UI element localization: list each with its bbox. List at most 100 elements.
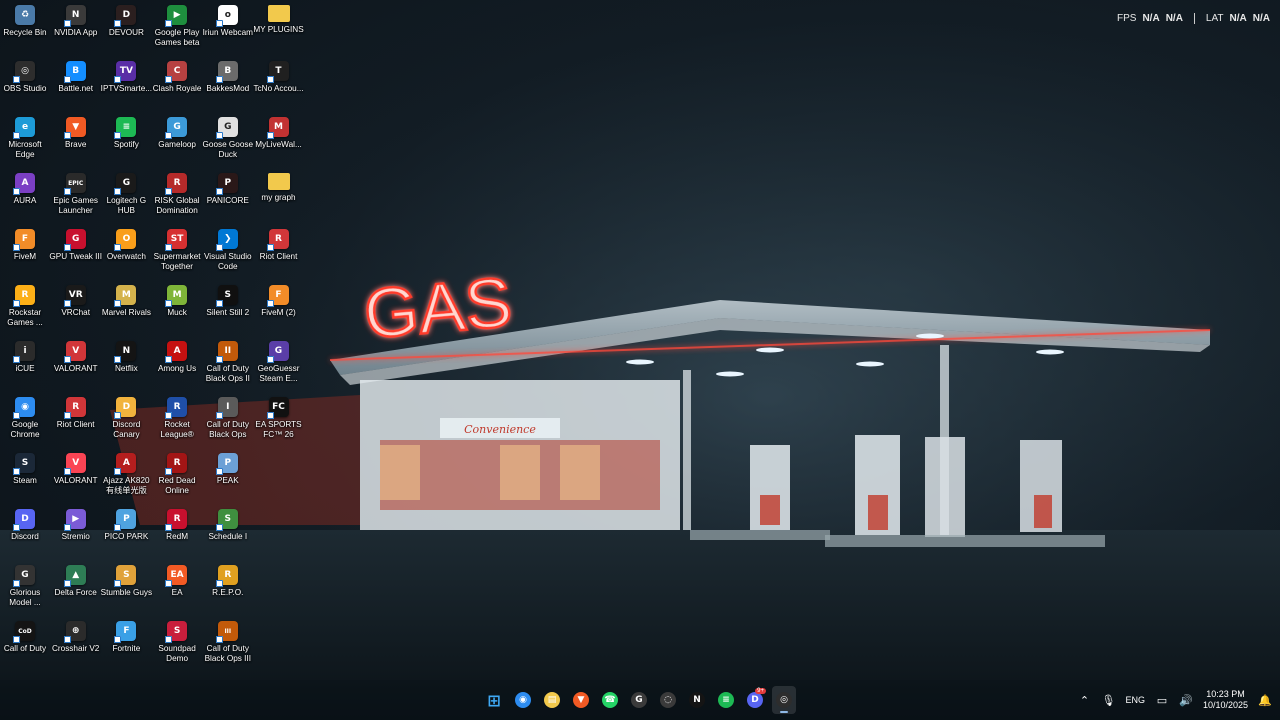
desktop-icon-overwatch[interactable]: O Overwatch [101,224,151,280]
desktop-icon-goose-goose-duck[interactable]: G Goose Goose Duck [203,112,253,168]
desktop-icon-geoguessr-steam-e[interactable]: G GeoGuessr Steam E... [254,336,304,392]
logitech-app[interactable]: G [627,686,651,714]
redm-icon: R [165,509,188,531]
brave-app[interactable]: ▼ [569,686,593,714]
desktop-icon-red-dead-online[interactable]: R Red Dead Online [152,448,202,504]
desktop-icon-schedule-i[interactable]: S Schedule I [203,504,253,560]
desktop-icon-label: Google Play Games beta [154,28,200,47]
desktop-icon-bakkesmod[interactable]: B BakkesMod [203,56,253,112]
desktop-icon-recycle-bin[interactable]: ♻ Recycle Bin [0,0,50,56]
desktop-icon-logitech-g-hub[interactable]: G Logitech G HUB [101,168,151,224]
microphone-icon[interactable]: 🎙 [1101,693,1115,707]
spotify-app[interactable]: ≡ [714,686,738,714]
whatsapp-app[interactable]: ☎ [598,686,622,714]
desktop-icon-spotify[interactable]: ≡ Spotify [101,112,151,168]
desktop-icon-call-of-duty-black-ops-iii[interactable]: III Call of Duty Black Ops III [203,616,253,672]
desktop-icon-ea[interactable]: EA EA [152,560,202,616]
chrome-app[interactable]: ◉ [511,686,535,714]
desktop-icon-aura[interactable]: A AURA [0,168,50,224]
desktop-icon-peak[interactable]: P PEAK [203,448,253,504]
desktop-icon-call-of-duty-black-ops-ii[interactable]: II Call of Duty Black Ops II [203,336,253,392]
desktop-icon-panicore[interactable]: P PANICORE [203,168,253,224]
desktop-icon-iptvsmarte[interactable]: TV IPTVSmarte... [101,56,152,112]
riot-client-icon: R [63,397,86,419]
netflix-icon: N [689,692,705,708]
desktop-icon-tcno-accou[interactable]: T TcNo Accou... [253,56,304,112]
desktop-icon-muck[interactable]: M Muck [152,280,202,336]
desktop-icon-marvel-rivals[interactable]: M Marvel Rivals [101,280,151,336]
desktop-icon-stremio[interactable]: ▶ Stremio [51,504,101,560]
desktop-icon-battle-net[interactable]: B Battle.net [51,56,101,112]
desktop-icon-label: RedM [166,532,189,541]
desktop-icon-brave[interactable]: ▼ Brave [51,112,101,168]
desktop-icon-supermarket-together[interactable]: ST Supermarket Together [152,224,202,280]
desktop-icon-label: Gameloop [158,140,196,149]
desktop-icon-rockstar-games[interactable]: R Rockstar Games ... [0,280,50,336]
desktop-icon-risk-global-domination[interactable]: R RISK Global Domination [152,168,202,224]
desktop-icon-obs-studio[interactable]: ◎ OBS Studio [0,56,50,112]
desktop-icon-fivem-2[interactable]: F FiveM (2) [254,280,304,336]
show-hidden-icons-chevron-icon[interactable]: ⌃ [1077,693,1091,707]
muck-icon: M [165,285,188,307]
my-plugins-icon [267,5,290,22]
performance-overlay: FPS N/A N/A LAT N/A N/A [1117,13,1270,24]
desktop-icon-pico-park[interactable]: P PICO PARK [101,504,151,560]
desktop-icon-vrchat[interactable]: VR VRChat [51,280,101,336]
desktop-icon-my-plugins[interactable]: MY PLUGINS [253,0,304,56]
desktop-icon-google-chrome[interactable]: ◉ Google Chrome [0,392,50,448]
desktop-icon-steam[interactable]: S Steam [0,448,50,504]
desktop-icon-delta-force[interactable]: ▲ Delta Force [51,560,101,616]
desktop-icon-glorious-model[interactable]: G Glorious Model ... [0,560,50,616]
crosshair-app[interactable]: ◌ [656,686,680,714]
desktop-icon-epic-games-launcher[interactable]: EPIC Epic Games Launcher [51,168,101,224]
desktop-icon-r-e-p-o[interactable]: R R.E.P.O. [203,560,253,616]
desktop-icon-gameloop[interactable]: G Gameloop [152,112,202,168]
desktop-icon-label: Stumble Guys [100,588,153,597]
desktop-icon-google-play-games-beta[interactable]: ▶ Google Play Games beta [152,0,202,56]
desktop-icon-call-of-duty-black-ops[interactable]: I Call of Duty Black Ops [203,392,253,448]
desktop-icon-among-us[interactable]: A Among Us [152,336,202,392]
file-explorer-app[interactable]: ▤ [540,686,564,714]
desktop-icon-ajazz-ak820[interactable]: A Ajazz AK820 有线单光版 [101,448,151,504]
desktop-icon-fortnite[interactable]: F Fortnite [101,616,151,672]
desktop-icon-nvidia-app[interactable]: N NVIDIA App [51,0,101,56]
desktop-icon-clash-royale[interactable]: C Clash Royale [152,56,202,112]
desktop-icon-mylivewal[interactable]: M MyLiveWal... [254,112,304,168]
desktop-icon-iriun-webcam[interactable]: o Iriun Webcam [203,0,253,56]
obs-app[interactable]: ◎ [772,686,796,714]
start-button[interactable]: ⊞ [482,686,506,714]
desktop-icon-call-of-duty[interactable]: CoD Call of Duty [0,616,50,672]
language-indicator[interactable]: ENG [1125,695,1145,705]
desktop-icon-riot-client[interactable]: R Riot Client [254,224,304,280]
desktop-icon-gpu-tweak-iii[interactable]: G GPU Tweak III [49,224,102,280]
desktop-icon-discord-canary[interactable]: D Discord Canary [101,392,151,448]
desktop-icon-redm[interactable]: R RedM [152,504,202,560]
discord-app[interactable]: D 9+ [743,686,767,714]
desktop-icon-valorant[interactable]: V VALORANT [51,336,101,392]
desktop-icon-discord[interactable]: D Discord [0,504,50,560]
desktop-icon-crosshair-v2[interactable]: ⊕ Crosshair V2 [51,616,101,672]
desktop-icon-devour[interactable]: D DEVOUR [101,0,151,56]
desktop-icon-fivem[interactable]: F FiveM [0,224,50,280]
desktop-icon-label: Goose Goose Duck [202,140,254,159]
desktop-icon-visual-studio-code[interactable]: ❯ Visual Studio Code [203,224,253,280]
notifications-bell-icon[interactable]: 🔔 [1258,693,1272,707]
desktop-icon-valorant[interactable]: V VALORANT [51,448,101,504]
clock[interactable]: 10:23 PM 10/10/2025 [1203,689,1248,711]
desktop-icon-riot-client[interactable]: R Riot Client [51,392,101,448]
rocket-league-icon: R [165,397,188,419]
desktop-icon-rocket-league[interactable]: R Rocket League® [152,392,202,448]
supermarket-together-icon: ST [165,229,188,251]
desktop-icon-soundpad-demo[interactable]: S Soundpad Demo [152,616,202,672]
desktop-icon-icue[interactable]: i iCUE [0,336,50,392]
desktop-icon-ea-sports-fc-26[interactable]: FC EA SPORTS FC™ 26 [254,392,304,448]
netflix-app[interactable]: N [685,686,709,714]
desktop-icon-label: Discord [11,532,39,541]
desktop-icon-stumble-guys[interactable]: S Stumble Guys [100,560,153,616]
desktop-icon-my-graph[interactable]: my graph [254,168,304,224]
desktop-icon-microsoft-edge[interactable]: e Microsoft Edge [0,112,50,168]
desktop-icon-silent-still-2[interactable]: S Silent Still 2 [203,280,253,336]
volume-icon[interactable]: 🔊 [1179,693,1193,707]
network-icon[interactable]: ▭ [1155,693,1169,707]
desktop-icon-netflix[interactable]: N Netflix [101,336,151,392]
